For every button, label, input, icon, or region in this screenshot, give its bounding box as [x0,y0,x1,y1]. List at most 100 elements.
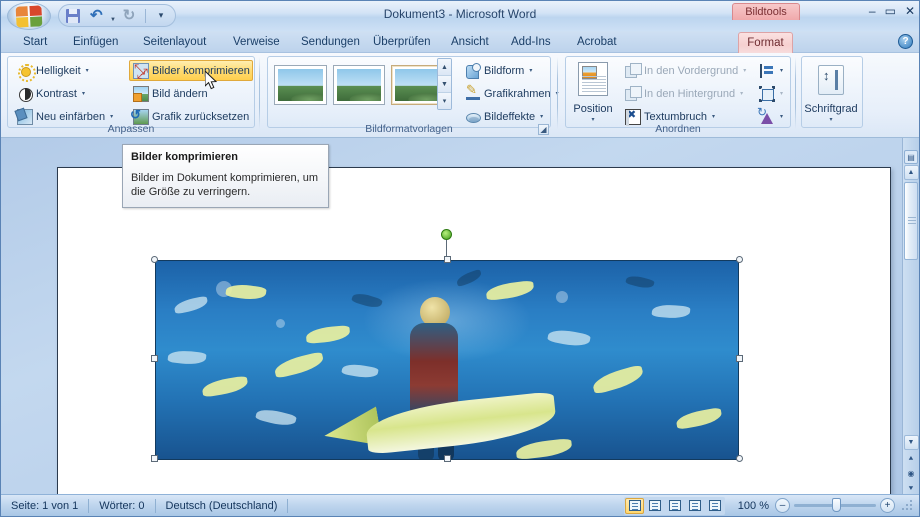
resize-handle-bottom-left[interactable] [151,455,158,462]
tab-add-ins[interactable]: Add-Ins [501,32,561,53]
tooltip-body: Bilder im Dokument komprimieren, um die … [131,172,319,198]
view-full-screen-reading-button[interactable] [645,498,664,514]
view-web-layout-button[interactable] [665,498,684,514]
status-bar: Seite: 1 von 1 Wörter: 0 Deutsch (Deutsc… [1,494,919,516]
ribbon-item-label: Textumbruch [644,110,707,123]
change-picture-icon [133,85,149,102]
ribbon-tab-strip: Start Einfügen Seitenlayout Verweise Sen… [1,31,919,53]
vertical-scrollbar-thumb[interactable] [904,182,918,260]
zoom-level-label[interactable]: 100 % [731,500,769,512]
send-to-back-icon [625,85,642,102]
ribbon-item-grafikrahmen[interactable]: Grafikrahmen ▾ [461,82,559,104]
status-right-cluster: 100 % – + [624,496,919,515]
ribbon-item-label: Kontrast [36,87,77,100]
ribbon-group-groesse: Schriftgrad ▾ [799,54,865,137]
green-rotation-handle[interactable] [441,229,452,240]
zoom-slider-thumb[interactable] [832,498,841,512]
previous-page-button[interactable]: ⯅ [904,451,919,466]
vertical-scrollbar[interactable]: ▤ ▲ ▼ ⯅ ◉ ⯆ [902,138,919,496]
scroll-up-button[interactable]: ▲ [903,165,919,180]
zoom-slider[interactable]: – + [775,498,895,513]
gallery-scroll-down-button[interactable]: ▼ [438,76,451,93]
resize-handle-top-center[interactable] [444,256,451,263]
tab-sendungen[interactable]: Sendungen [291,32,370,53]
picture-style-thumbnail [278,69,323,101]
browse-object-icon[interactable]: ▤ [904,150,918,164]
ribbon-item-bildform[interactable]: Bildform ▾ [461,60,547,81]
scroll-down-button[interactable]: ▼ [903,435,919,450]
resize-handle-middle-right[interactable] [736,355,743,362]
tab-format[interactable]: Format [738,32,793,53]
status-page-number[interactable]: Seite: 1 von 1 [1,498,88,514]
ribbon-item-helligkeit[interactable]: Helligkeit ▾ [13,60,113,82]
gallery-more-button[interactable]: ▾ [438,93,451,109]
status-language[interactable]: Deutsch (Deutschland) [156,498,288,514]
resize-handle-bottom-center[interactable] [444,455,451,462]
select-browse-object-button[interactable]: ◉ [904,466,919,481]
document-page[interactable] [57,167,891,507]
web-layout-icon [668,500,681,511]
zoom-in-button[interactable]: + [880,498,895,513]
picture-style-option[interactable] [332,65,386,105]
tab-seitenlayout[interactable]: Seitenlayout [133,32,216,53]
ribbon-item-label: Helligkeit [36,64,81,77]
resize-handle-top-left[interactable] [151,256,158,263]
group-title-bildformatvorlagen: Bildformatvorlagen [365,123,453,135]
zoom-out-button[interactable]: – [775,498,790,513]
position-button-label: Position [573,103,613,115]
status-separator [287,498,289,513]
position-button[interactable]: Position ▾ [569,58,617,124]
view-buttons [624,496,725,515]
chevron-down-icon: ▾ [81,91,85,97]
tab-einfuegen[interactable]: Einfügen [63,32,128,53]
chevron-down-icon: ▾ [780,114,784,120]
maximize-button[interactable]: ▭ [885,5,896,17]
resize-handle-bottom-right[interactable] [736,455,743,462]
group-title-anpassen: Anpassen [107,123,155,135]
group-separator [557,57,558,129]
tab-start[interactable]: Start [13,32,57,53]
aquarium-diver-photo[interactable] [155,260,739,460]
chevron-down-icon: ▾ [85,68,89,74]
tab-acrobat[interactable]: Acrobat [567,32,627,53]
full-screen-reading-icon [648,500,661,511]
view-outline-button[interactable] [685,498,704,514]
ribbon-item-in-den-hintergrund[interactable]: In den Hintergrund ▾ [621,83,751,104]
chevron-down-icon: ▾ [829,117,833,123]
resize-handle-top-right[interactable] [736,256,743,263]
view-draft-button[interactable] [705,498,724,514]
font-size-button[interactable]: Schriftgrad ▾ [804,58,858,124]
status-word-count[interactable]: Wörter: 0 [89,498,154,514]
tab-verweise[interactable]: Verweise [223,32,290,53]
close-button[interactable]: ✕ [905,5,915,17]
chevron-down-icon: ▾ [711,114,715,120]
ribbon-item-label: Bilder komprimieren [152,64,250,77]
compress-pictures-icon [133,61,149,82]
picture-styles-gallery[interactable] [269,57,449,113]
font-size-button-label: Schriftgrad [804,103,858,115]
tab-ueberpruefen[interactable]: Überprüfen [363,32,441,53]
dialog-box-launcher[interactable]: ◢ [538,124,549,135]
chevron-down-icon: ▾ [780,91,784,97]
ribbon-item-kontrast[interactable]: Kontrast ▾ [13,83,113,104]
chevron-down-icon: ▾ [780,68,784,74]
minimize-button[interactable]: – [869,5,876,17]
selected-picture-container[interactable] [151,229,743,462]
resize-handle-middle-left[interactable] [151,355,158,362]
resize-grip[interactable] [901,499,913,512]
ribbon-item-gruppieren[interactable]: ▾ [755,83,789,104]
help-icon[interactable]: ? [898,34,913,49]
ribbon-item-label: Bild ändern [152,87,208,100]
ribbon-item-bilder-komprimieren[interactable]: Bilder komprimieren [129,60,253,82]
ribbon: Helligkeit ▾ Kontrast ▾ Neu einfärben ▾ … [1,53,919,138]
zoom-slider-track[interactable] [794,498,876,512]
ribbon-item-in-den-vordergrund[interactable]: In den Vordergrund ▾ [621,60,751,81]
ribbon-item-ausrichten[interactable]: ▾ [755,60,789,81]
window-controls: – ▭ ✕ [869,5,915,17]
tab-ansicht[interactable]: Ansicht [441,32,499,53]
ribbon-item-label: In den Hintergrund [644,87,736,100]
picture-style-option[interactable] [274,65,327,105]
view-print-layout-button[interactable] [625,497,644,514]
gallery-scroll-up-button[interactable]: ▲ [438,59,451,76]
font-size-icon [818,65,844,95]
